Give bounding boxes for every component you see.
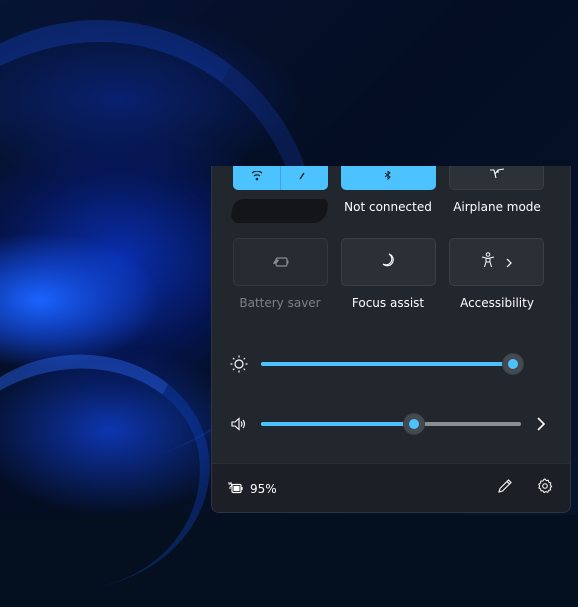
sun-icon bbox=[230, 355, 248, 373]
accessibility-label: Accessibility bbox=[460, 296, 534, 310]
tile-divider bbox=[280, 166, 281, 190]
gear-icon bbox=[537, 478, 553, 498]
quick-settings-panel: Not connected Airplane mode Battery save… bbox=[211, 166, 571, 513]
accessibility-tile[interactable] bbox=[449, 238, 544, 286]
airplane-mode-label: Airplane mode bbox=[453, 200, 541, 214]
bluetooth-label: Not connected bbox=[344, 200, 432, 214]
battery-saver-tile[interactable] bbox=[233, 238, 328, 286]
battery-charging-icon bbox=[228, 479, 244, 498]
quick-settings-tiles: Not connected Airplane mode Battery save… bbox=[212, 166, 570, 463]
wifi-icon bbox=[249, 166, 265, 185]
airplane-mode-tile[interactable] bbox=[449, 166, 544, 190]
brightness-slider[interactable] bbox=[261, 354, 524, 374]
focus-assist-tile[interactable] bbox=[341, 238, 436, 286]
volume-output-chevron-button[interactable] bbox=[534, 416, 548, 432]
speaker-icon bbox=[230, 415, 248, 433]
wifi-tile[interactable] bbox=[233, 166, 328, 190]
quick-settings-footer: 95% bbox=[212, 463, 570, 512]
brightness-fill bbox=[261, 362, 514, 366]
volume-slider-thumb[interactable] bbox=[404, 414, 425, 434]
bluetooth-icon bbox=[383, 166, 393, 185]
accessibility-icon bbox=[481, 252, 495, 272]
wifi-chevron-button[interactable] bbox=[297, 166, 307, 185]
settings-button[interactable] bbox=[533, 476, 557, 500]
volume-slider[interactable] bbox=[261, 414, 521, 434]
moon-icon bbox=[381, 252, 397, 272]
chevron-right-icon[interactable] bbox=[505, 253, 513, 272]
volume-slider-row bbox=[212, 412, 570, 436]
edit-quick-settings-button[interactable] bbox=[493, 476, 517, 500]
brightness-slider-row bbox=[212, 352, 570, 376]
battery-status[interactable]: 95% bbox=[228, 479, 277, 498]
bluetooth-tile[interactable] bbox=[341, 166, 436, 190]
battery-saver-label: Battery saver bbox=[239, 296, 321, 310]
battery-percentage: 95% bbox=[250, 481, 277, 496]
airplane-icon bbox=[489, 166, 505, 183]
battery-saver-icon bbox=[272, 253, 290, 272]
redacted-network-name bbox=[230, 199, 329, 223]
brightness-slider-thumb[interactable] bbox=[503, 354, 524, 374]
focus-assist-label: Focus assist bbox=[351, 296, 425, 310]
volume-fill bbox=[261, 422, 415, 426]
pencil-icon bbox=[497, 478, 513, 498]
